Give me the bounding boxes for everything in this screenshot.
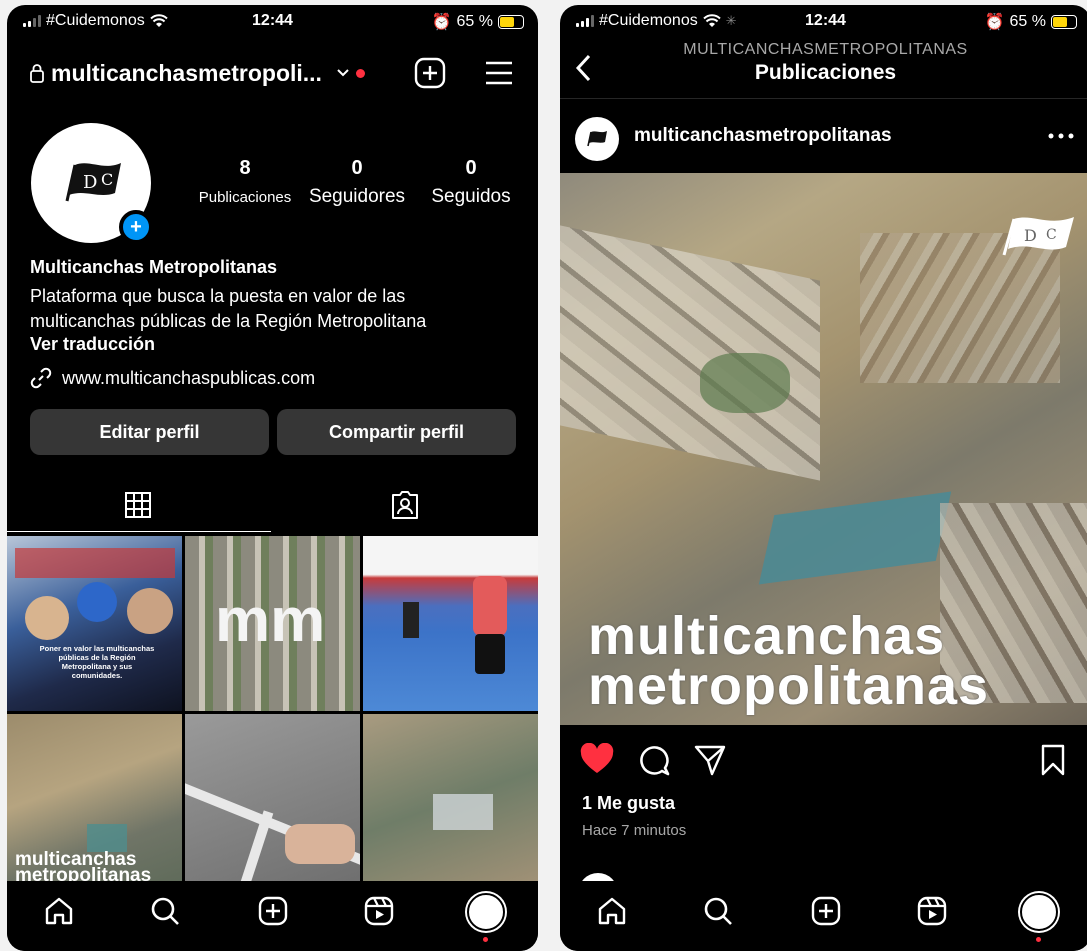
grid-icon[interactable] — [124, 491, 152, 519]
bookmark-icon[interactable] — [1040, 744, 1066, 776]
tagged-icon[interactable] — [389, 489, 421, 521]
header-divider — [560, 98, 1087, 99]
svg-text:C: C — [101, 170, 113, 189]
post-image[interactable]: DC multicanchas metropolitanas — [560, 173, 1087, 725]
reels-icon[interactable] — [916, 895, 948, 927]
battery-percent: 65 % — [1009, 13, 1046, 30]
battery-icon — [1051, 15, 1077, 29]
stat-followers[interactable]: 0 Seguidores — [305, 157, 409, 208]
post-timestamp: Hace 7 minutos — [582, 822, 687, 839]
alarm-icon: ⏰ — [431, 14, 452, 31]
create-plus-icon[interactable] — [414, 57, 446, 89]
lock-icon — [30, 64, 44, 83]
home-icon[interactable] — [596, 895, 628, 927]
grid-post-6[interactable] — [363, 714, 538, 889]
grid-post-2[interactable]: mm — [185, 536, 360, 711]
profile-tabs — [7, 483, 538, 533]
share-profile-button[interactable]: Compartir perfil — [277, 409, 516, 455]
notification-dot — [355, 68, 365, 78]
more-options-icon[interactable] — [1048, 133, 1074, 139]
post-screen: #Cuidemonos ✳ 12:44 ⏰ 65 % MULTICANCHASM… — [560, 5, 1087, 951]
alarm-icon: ⏰ — [984, 14, 1005, 31]
post-image-caption-line2: metropolitanas — [588, 656, 990, 716]
comment-icon[interactable] — [638, 744, 670, 776]
stat-posts[interactable]: 8 Publicaciones — [195, 157, 295, 206]
home-icon[interactable] — [43, 895, 75, 927]
grid-post-3[interactable] — [363, 536, 538, 711]
svg-text:D: D — [83, 172, 97, 193]
bottom-nav — [7, 881, 538, 951]
bottom-nav — [560, 881, 1087, 951]
svg-text:D: D — [1024, 226, 1037, 245]
stat-following[interactable]: 0 Seguidos — [423, 157, 519, 208]
grid-post-2-caption: mm — [215, 586, 326, 655]
grid-post-1[interactable]: Poner en valor las multicanchas públicas… — [7, 536, 182, 711]
likes-count[interactable]: 1 Me gusta — [582, 793, 675, 814]
add-story-icon[interactable]: + — [119, 210, 153, 244]
menu-icon[interactable] — [484, 60, 514, 86]
heart-icon[interactable] — [580, 743, 614, 775]
share-icon[interactable] — [694, 744, 726, 776]
account-switcher[interactable]: multicanchasmetropoli... — [51, 60, 322, 87]
see-translation-link[interactable]: Ver traducción — [30, 334, 155, 355]
flag-logo-icon — [587, 131, 607, 147]
status-bar: #Cuidemonos 12:44 ⏰ 65 % — [7, 5, 538, 39]
profile-name: Multicanchas Metropolitanas — [30, 257, 278, 277]
watermark-logo-icon: DC — [1002, 217, 1074, 256]
edit-profile-button[interactable]: Editar perfil — [30, 409, 269, 455]
profile-header: multicanchasmetropoli... — [29, 53, 516, 93]
post-username[interactable]: multicanchasmetropolitanas — [634, 125, 892, 147]
grid-post-4-caption: multicanchas metropolitanas — [15, 849, 152, 886]
profile-bio: Plataforma que busca la puesta en valor … — [30, 286, 427, 331]
battery-icon — [498, 15, 524, 29]
search-icon[interactable] — [702, 895, 734, 927]
create-icon[interactable] — [810, 895, 842, 927]
search-icon[interactable] — [149, 895, 181, 927]
account-handle-upper: MULTICANCHASMETROPOLITANAS — [683, 41, 968, 58]
profile-avatar-icon[interactable] — [1020, 893, 1058, 931]
page-title: Publicaciones — [754, 61, 897, 84]
link-icon — [30, 367, 52, 389]
svg-text:C: C — [1046, 227, 1057, 243]
nav-active-dot — [483, 937, 488, 942]
profile-screen: #Cuidemonos 12:44 ⏰ 65 % multicanchasmet… — [7, 5, 538, 951]
website-link[interactable]: www.multicanchaspublicas.com — [30, 367, 315, 389]
status-bar: #Cuidemonos ✳ 12:44 ⏰ 65 % — [560, 5, 1087, 39]
profile-avatar-icon[interactable] — [467, 893, 505, 931]
grid-post-4[interactable]: multicanchas metropolitanas — [7, 714, 182, 889]
grid-post-1-caption: Poner en valor las multicanchas públicas… — [39, 644, 155, 680]
post-author-avatar[interactable] — [575, 117, 619, 161]
active-tab-indicator — [7, 531, 271, 532]
nav-active-dot — [1036, 937, 1041, 942]
battery-percent: 65 % — [456, 13, 493, 30]
chevron-down-icon[interactable] — [336, 68, 350, 78]
create-icon[interactable] — [257, 895, 289, 927]
website-url: www.multicanchaspublicas.com — [62, 367, 316, 388]
grid-post-5[interactable] — [185, 714, 360, 889]
reels-icon[interactable] — [363, 895, 395, 927]
